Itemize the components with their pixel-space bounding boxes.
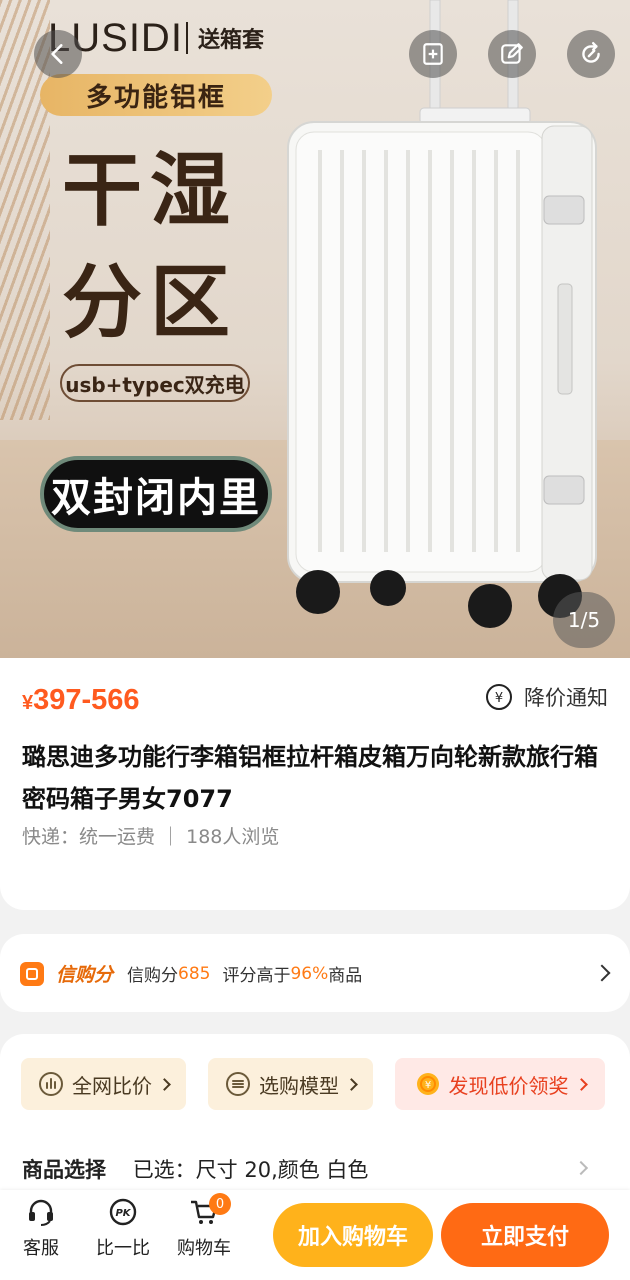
credit-suffix: 商品 (328, 966, 363, 986)
feature-tag-lining: 双封闭内里 (40, 456, 272, 532)
cart-label: 购物车 (177, 1238, 231, 1259)
credit-compare-text: 评分高于 (222, 966, 291, 986)
model-guide-label: 选购模型 (259, 1073, 339, 1098)
edit-button[interactable] (488, 30, 536, 78)
svg-text:¥: ¥ (424, 1080, 430, 1091)
product-meta: 快递：统一运费 ｜ 188人浏览 (22, 822, 279, 849)
price-range: 397-566 (33, 684, 140, 716)
share-button[interactable] (567, 30, 615, 78)
bookmark-button[interactable] (409, 30, 457, 78)
brand-promo-text: 送箱套 (186, 22, 264, 54)
credit-percent: 96% (290, 963, 329, 984)
headline-line-1: 干湿 (62, 144, 238, 237)
chevron-right-icon (574, 1077, 588, 1091)
selection-value: 已选：尺寸 20,颜色 白色 (132, 1158, 369, 1182)
price-alert-label: 降价通知 (524, 686, 608, 710)
cart-count-badge: 0 (209, 1193, 231, 1215)
compare-price-label: 全网比价 (72, 1073, 152, 1098)
headset-icon (29, 1199, 53, 1226)
credit-score-value: 685 (178, 963, 211, 984)
feature-tag-frame: 多功能铝框 (40, 74, 272, 116)
credit-score-row: 信购分 信购分 685 评分高于 96% 商品 (20, 960, 362, 987)
add-to-cart-button[interactable]: 加入购物车 (273, 1203, 433, 1267)
product-title: 璐思迪多功能行李箱铝框拉杆箱皮箱万向轮新款旅行箱密码箱子男女7077 (22, 743, 598, 813)
price-alert-icon: ¥ (486, 684, 512, 710)
coin-icon: ¥ (416, 1073, 439, 1095)
product-selection-row[interactable]: 商品选择 已选：尺寸 20,颜色 白色 (22, 1154, 368, 1184)
shipping-info: 快递：统一运费 (22, 826, 156, 848)
chevron-right-icon (158, 1077, 171, 1091)
chevron-right-icon (345, 1077, 358, 1091)
price-alert-button[interactable]: ¥ 降价通知 (484, 682, 608, 712)
back-button[interactable] (34, 30, 82, 78)
meta-divider: ｜ (161, 826, 187, 848)
edit-icon (501, 43, 523, 64)
compare-label: 比一比 (96, 1238, 150, 1259)
low-price-reward-button[interactable]: ¥ 发现低价领奖 (395, 1058, 605, 1110)
customer-service-label: 客服 (23, 1238, 59, 1259)
price: ¥397-566 (22, 684, 140, 717)
credit-score-label: 信购分 (127, 966, 179, 986)
model-guide-button[interactable]: 选购模型 (208, 1058, 373, 1110)
svg-text:PK: PK (115, 1208, 131, 1219)
compare-price-button[interactable]: 全网比价 (21, 1058, 186, 1110)
customer-service-button[interactable]: 客服 (6, 1196, 76, 1260)
back-icon (51, 44, 63, 64)
headline-line-2: 分区 (62, 256, 238, 349)
feature-tag-charging: usb+typec双充电 (60, 364, 250, 402)
share-icon (582, 41, 600, 63)
credit-brand: 信购分 (56, 964, 114, 986)
low-price-reward-label: 发现低价领奖 (448, 1073, 569, 1098)
selection-label: 商品选择 (22, 1158, 106, 1182)
compare-button[interactable]: PK 比一比 (88, 1196, 158, 1260)
suitcase-image (287, 0, 597, 628)
bar-chart-icon (39, 1072, 63, 1096)
buy-now-button[interactable]: 立即支付 (441, 1203, 609, 1267)
view-count: 188人浏览 (186, 826, 280, 848)
svg-text:¥: ¥ (495, 691, 503, 706)
pk-icon: PK (109, 1198, 137, 1226)
product-image-carousel[interactable]: LUSIDI 送箱套 多功能铝框 干湿 分区 usb+typec双充电 双封闭内… (0, 0, 630, 658)
list-icon (226, 1072, 250, 1096)
add-bookmark-icon (423, 43, 443, 65)
price-currency: ¥ (22, 692, 34, 714)
credit-logo-icon (20, 961, 44, 986)
image-counter: 1/5 (553, 592, 615, 648)
